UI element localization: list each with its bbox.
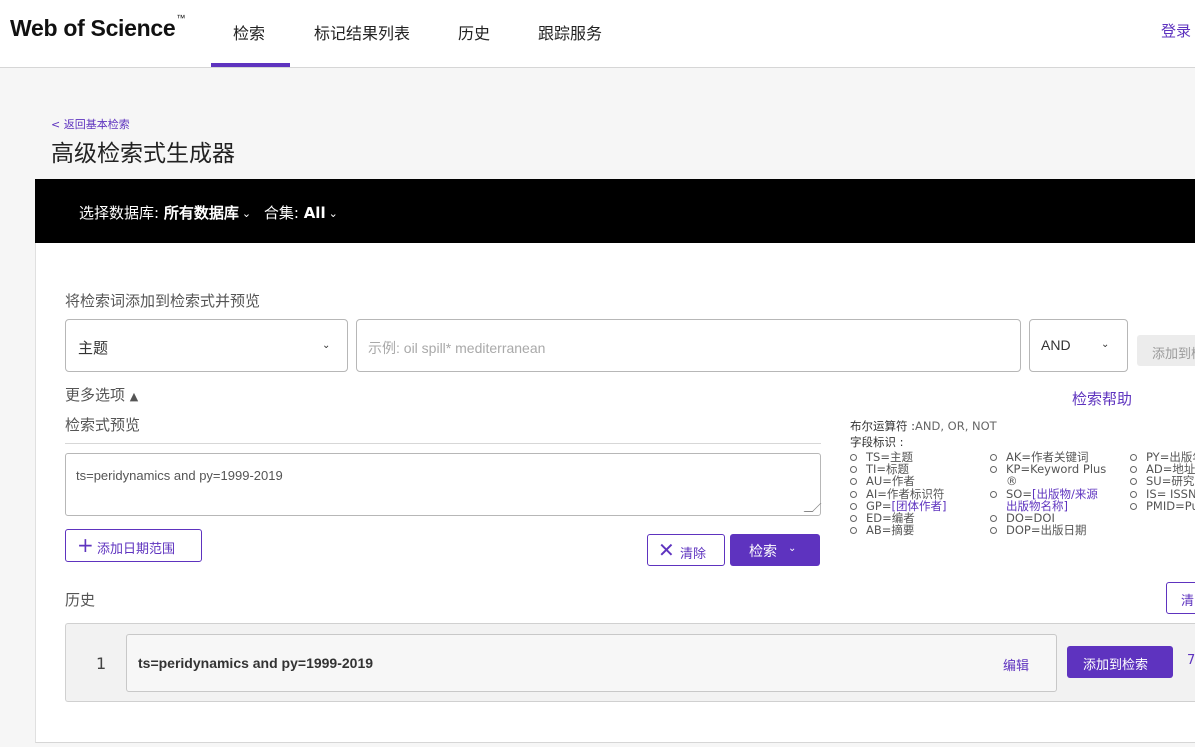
field-tag-value: 主题 bbox=[78, 339, 109, 357]
clear-history-button[interactable]: 清除历史 bbox=[1166, 582, 1195, 614]
builder-section-label: 将检索词添加到检索式并预览 bbox=[65, 292, 261, 310]
search-term-placeholder: 示例: oil spill* mediterranean bbox=[368, 340, 546, 356]
field-tag-item: PMID=PubMed ID bbox=[1130, 500, 1195, 512]
field-tag-select[interactable]: 主题 ⌄ bbox=[65, 319, 348, 372]
page-title: 高级检索式生成器 bbox=[51, 141, 235, 167]
operator-value: AND bbox=[1041, 337, 1071, 353]
boolean-operator-select[interactable]: AND ⌄ bbox=[1029, 319, 1128, 372]
nav-tab-history[interactable]: 历史 bbox=[458, 20, 490, 44]
field-tags-column-3: PY=出版年 AD=地址 SU=研究方向 IS= ISSN/ISBN PMID=… bbox=[1130, 451, 1195, 512]
chevron-down-icon[interactable]: ⌄ bbox=[329, 207, 338, 220]
nav-tab-search[interactable]: 检索 bbox=[233, 20, 265, 44]
database-label: 选择数据库: bbox=[79, 204, 160, 222]
database-selector-bar: 选择数据库: 所有数据库 ⌄ 合集: All ⌄ bbox=[35, 179, 1195, 243]
back-to-basic-search-link[interactable]: < 返回基本检索 bbox=[51, 116, 130, 132]
history-row: 1 ts=peridynamics and py=1999-2019 编辑 添加… bbox=[65, 623, 1195, 702]
results-count-link[interactable]: 7 bbox=[1187, 653, 1195, 668]
boolean-operators-info: 布尔运算符 :AND, OR, NOT bbox=[850, 419, 997, 433]
chevron-down-icon[interactable]: ⌄ bbox=[242, 207, 251, 220]
brand-logo[interactable]: Web of Science™ bbox=[10, 13, 185, 42]
search-label: 检索 bbox=[749, 544, 777, 560]
collection-dropdown[interactable]: All bbox=[304, 204, 326, 222]
more-options-toggle[interactable]: 更多选项 ▲ bbox=[65, 384, 138, 405]
login-link[interactable]: 登录 bbox=[1161, 20, 1191, 41]
history-query-box: ts=peridynamics and py=1999-2019 编辑 bbox=[126, 634, 1057, 692]
add-to-query-button[interactable]: 添加到检索式 bbox=[1137, 335, 1195, 366]
query-preview-text: ts=peridynamics and py=1999-2019 bbox=[76, 468, 283, 483]
field-tags-help-panel: 布尔运算符 :AND, OR, NOT 字段标识 : TS=主题 TI=标题 A… bbox=[850, 416, 1195, 556]
chevron-down-icon[interactable]: ⌄ bbox=[788, 543, 796, 554]
history-row-index: 1 bbox=[96, 654, 107, 673]
search-term-input[interactable]: 示例: oil spill* mediterranean bbox=[356, 319, 1021, 372]
divider bbox=[65, 443, 821, 444]
edit-query-link[interactable]: 编辑 bbox=[1003, 655, 1029, 674]
clear-button[interactable]: ✕ 清除 bbox=[647, 534, 725, 566]
query-preview-textarea[interactable]: ts=peridynamics and py=1999-2019 bbox=[65, 453, 822, 516]
chevron-down-icon: ⌄ bbox=[322, 340, 331, 351]
search-button[interactable]: 检索 ⌄ bbox=[730, 534, 820, 566]
history-label: 历史 bbox=[65, 591, 96, 609]
database-dropdown[interactable]: 所有数据库 bbox=[164, 204, 239, 222]
add-date-range-button[interactable]: + 添加日期范围 bbox=[65, 529, 202, 562]
field-tags-column-1: TS=主题 TI=标题 AU=作者 AI=作者标识符 GP=[团体作者] ED=… bbox=[850, 451, 946, 536]
add-date-range-label: 添加日期范围 bbox=[97, 542, 176, 557]
field-tags-title: 字段标识 : bbox=[850, 435, 904, 449]
active-tab-indicator bbox=[211, 63, 290, 67]
collection-label: 合集: bbox=[263, 204, 299, 222]
clear-label: 清除 bbox=[680, 547, 707, 562]
query-preview-label: 检索式预览 bbox=[65, 416, 141, 434]
plus-icon: + bbox=[77, 533, 94, 557]
top-navigation: Web of Science™ 检索 标记结果列表 历史 跟踪服务 登录 bbox=[0, 0, 1195, 68]
nav-tab-marked-list[interactable]: 标记结果列表 bbox=[314, 20, 410, 44]
field-tag-item: AU=作者 bbox=[850, 475, 946, 488]
field-tag-item: IS= ISSN/ISBN bbox=[1130, 487, 1195, 500]
field-tags-column-2: AK=作者关键词 KP=Keyword Plus ® SO=[出版物/来源 出版… bbox=[990, 451, 1106, 536]
search-help-link[interactable]: 检索帮助 bbox=[1072, 388, 1132, 409]
close-icon: ✕ bbox=[658, 538, 675, 562]
field-tag-item: DOP=出版日期 bbox=[990, 524, 1106, 536]
nav-tab-alerts[interactable]: 跟踪服务 bbox=[538, 20, 602, 44]
caret-up-icon: ▲ bbox=[129, 390, 139, 403]
chevron-down-icon: ⌄ bbox=[1101, 339, 1110, 350]
advanced-search-card: 将检索词添加到检索式并预览 主题 ⌄ 示例: oil spill* medite… bbox=[35, 243, 1195, 743]
resize-handle-icon[interactable] bbox=[803, 503, 822, 512]
field-tag-item: SU=研究方向 bbox=[1130, 475, 1195, 488]
add-to-search-button[interactable]: 添加到检索 bbox=[1067, 646, 1173, 678]
history-query-text: ts=peridynamics and py=1999-2019 bbox=[138, 655, 374, 671]
field-tag-item: AB=摘要 bbox=[850, 524, 946, 536]
